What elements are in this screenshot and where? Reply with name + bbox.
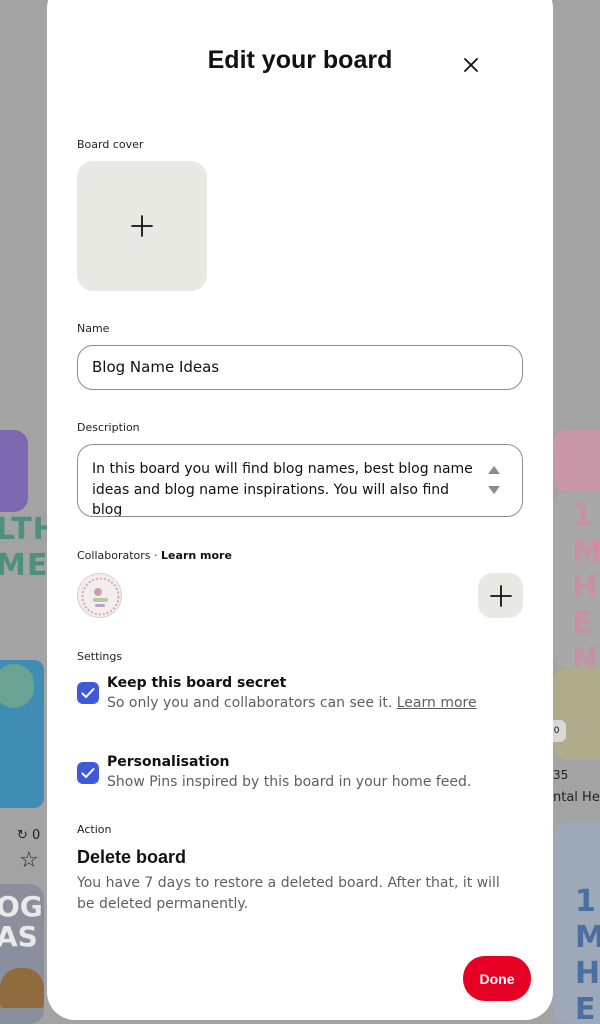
settings-label: Settings xyxy=(77,650,123,663)
name-input[interactable]: Blog Name Ideas xyxy=(77,345,523,390)
background-pin-count: 35 xyxy=(553,768,569,782)
add-collaborator-button[interactable] xyxy=(478,573,523,618)
description-text: In this board you will find blog names, … xyxy=(92,461,473,517)
board-cover-button[interactable] xyxy=(77,161,207,291)
scroll-down-icon[interactable] xyxy=(488,486,500,494)
close-icon xyxy=(464,58,478,72)
delete-board-description: You have 7 days to restore a deleted boa… xyxy=(77,875,500,912)
background-pin-caption: ntal Hea xyxy=(553,790,600,805)
avatar[interactable] xyxy=(77,573,122,618)
avatar-image xyxy=(81,577,120,616)
background-pin-text: 1 M H E xyxy=(575,884,600,1024)
secret-learn-more-link[interactable]: Learn more xyxy=(397,695,477,711)
personalisation-subtitle: Show Pins inspired by this board in your… xyxy=(107,774,472,790)
personalisation-checkbox[interactable] xyxy=(77,762,99,784)
background-pin xyxy=(553,430,600,492)
secret-subtitle: So only you and collaborators can see it… xyxy=(107,695,477,711)
heart-icon: ↻ xyxy=(17,828,28,843)
description-label: Description xyxy=(77,421,140,434)
background-pin-image xyxy=(0,968,44,1008)
board-cover-label: Board cover xyxy=(77,138,144,151)
secret-checkbox[interactable] xyxy=(77,682,99,704)
secret-title: Keep this board secret xyxy=(107,675,287,691)
name-label: Name xyxy=(77,322,110,335)
background-pin-text: AS xyxy=(0,920,38,953)
background-pin-text: ME xyxy=(0,548,49,583)
background-pin-count: ↻ 0 xyxy=(17,828,41,843)
checkmark-icon xyxy=(81,768,95,778)
edit-board-modal: Edit your board Board cover Name Blog Na… xyxy=(47,0,553,1020)
description-textarea[interactable]: In this board you will find blog names, … xyxy=(77,444,523,517)
close-button[interactable] xyxy=(455,49,487,81)
collaborators-label: Collaborators · Learn more xyxy=(77,549,232,562)
scroll-up-icon[interactable] xyxy=(488,466,500,474)
checkmark-icon xyxy=(81,688,95,698)
delete-board-button[interactable]: Delete board xyxy=(77,847,186,868)
action-label: Action xyxy=(77,823,112,836)
collaborators-learn-more-link[interactable]: Learn more xyxy=(161,549,232,562)
background-pin-text: 1 M H E N xyxy=(572,498,600,677)
plus-icon xyxy=(131,215,153,237)
plus-icon xyxy=(489,584,512,607)
background-pin-text: OG xyxy=(0,890,43,923)
background-pin xyxy=(553,668,600,760)
star-icon: ☆ xyxy=(19,848,39,873)
personalisation-title: Personalisation xyxy=(107,754,230,770)
background-pin xyxy=(0,430,28,512)
done-button[interactable]: Done xyxy=(463,956,531,1001)
